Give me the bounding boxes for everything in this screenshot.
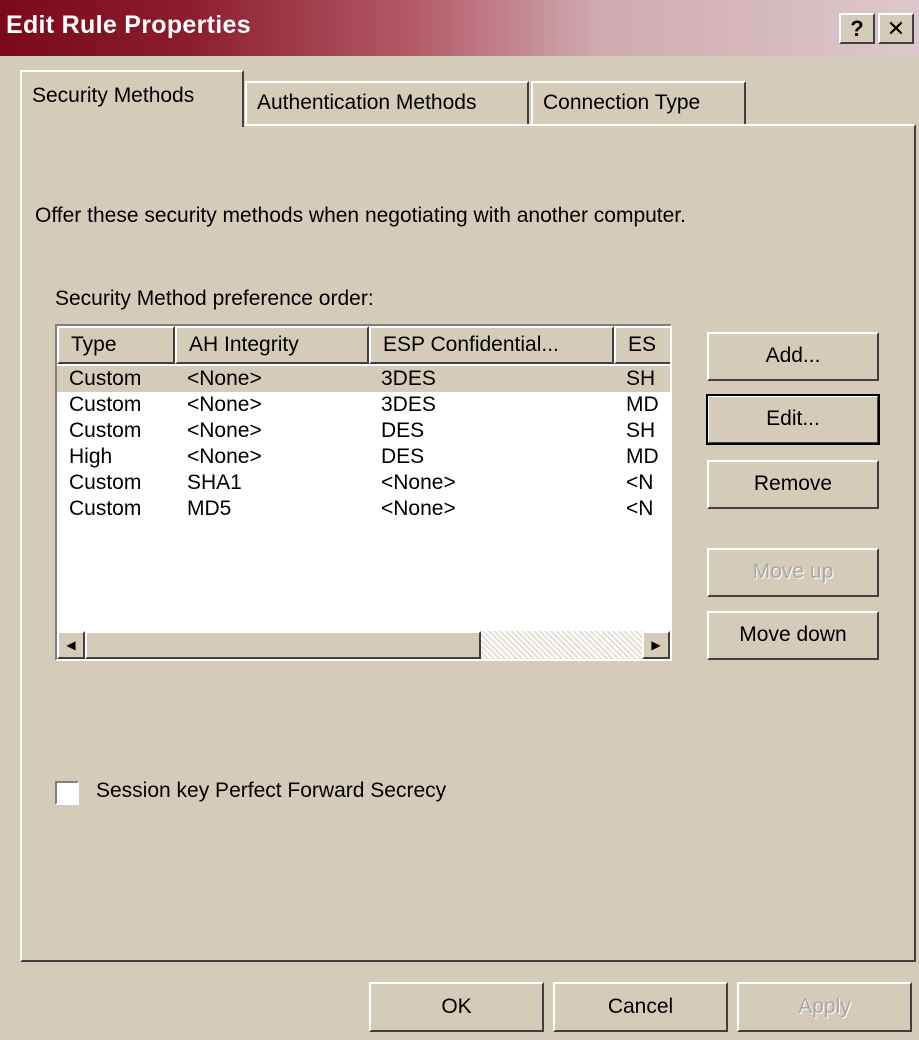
- security-methods-list[interactable]: Type AH Integrity ESP Confidential... ES…: [55, 324, 672, 661]
- cell-esp-integrity: <N: [626, 497, 654, 520]
- apply-button[interactable]: Apply: [737, 982, 912, 1032]
- cell-type: High: [69, 445, 113, 468]
- cancel-button[interactable]: Cancel: [553, 982, 728, 1032]
- column-header-esp-integrity[interactable]: ES: [614, 326, 670, 364]
- move-down-button[interactable]: Move down: [707, 611, 879, 660]
- list-rows: Custom <None> 3DES SH Custom <None> 3DES…: [57, 366, 670, 522]
- column-header-ah-integrity[interactable]: AH Integrity: [175, 326, 369, 364]
- cell-esp-confidentiality: 3DES: [381, 393, 436, 416]
- cell-ah-integrity: <None>: [187, 445, 262, 468]
- cell-ah-integrity: MD5: [187, 497, 232, 520]
- column-header-type[interactable]: Type: [57, 326, 175, 364]
- cell-type: Custom: [69, 497, 142, 520]
- cell-ah-integrity: <None>: [187, 419, 262, 442]
- cell-esp-integrity: SH: [626, 367, 656, 390]
- cell-esp-integrity: <N: [626, 471, 654, 494]
- cell-esp-confidentiality: DES: [381, 419, 425, 442]
- pfs-checkbox-label[interactable]: Session key Perfect Forward Secrecy: [96, 779, 446, 803]
- cell-esp-confidentiality: <None>: [381, 497, 456, 520]
- close-button[interactable]: ✕: [878, 13, 914, 44]
- scroll-right-button[interactable]: ▶: [642, 631, 670, 659]
- cell-type: Custom: [69, 419, 142, 442]
- table-row[interactable]: High <None> DES MD: [57, 444, 670, 470]
- cell-ah-integrity: <None>: [187, 393, 262, 416]
- intro-text: Offer these security methods when negoti…: [35, 204, 686, 227]
- pfs-checkbox[interactable]: [55, 781, 79, 805]
- edit-button[interactable]: Edit...: [706, 394, 880, 445]
- cell-type: Custom: [69, 367, 142, 390]
- remove-button[interactable]: Remove: [707, 460, 879, 509]
- window-title: Edit Rule Properties: [6, 11, 251, 39]
- cell-ah-integrity: <None>: [187, 367, 262, 390]
- scrollbar-thumb[interactable]: [85, 631, 481, 659]
- table-row[interactable]: Custom <None> DES SH: [57, 418, 670, 444]
- cell-esp-confidentiality: DES: [381, 445, 425, 468]
- table-row[interactable]: Custom <None> 3DES MD: [57, 392, 670, 418]
- title-bar[interactable]: Edit Rule Properties ? ✕: [0, 0, 919, 56]
- cell-type: Custom: [69, 393, 142, 416]
- arrow-left-icon: ◀: [66, 638, 76, 652]
- cell-esp-confidentiality: <None>: [381, 471, 456, 494]
- column-header-esp-confidentiality[interactable]: ESP Confidential...: [369, 326, 614, 364]
- list-label: Security Method preference order:: [55, 287, 374, 310]
- cell-type: Custom: [69, 471, 142, 494]
- tab-security-methods[interactable]: Security Methods: [20, 70, 244, 127]
- scroll-left-button[interactable]: ◀: [57, 631, 85, 659]
- tab-connection-type[interactable]: Connection Type: [531, 81, 746, 125]
- tab-authentication-methods[interactable]: Authentication Methods: [245, 81, 529, 125]
- list-header: Type AH Integrity ESP Confidential... ES: [57, 326, 670, 364]
- cell-ah-integrity: SHA1: [187, 471, 242, 494]
- help-button[interactable]: ?: [839, 13, 875, 44]
- close-icon: ✕: [886, 16, 906, 41]
- cell-esp-confidentiality: 3DES: [381, 367, 436, 390]
- table-row[interactable]: Custom MD5 <None> <N: [57, 496, 670, 522]
- horizontal-scrollbar[interactable]: ◀ ▶: [57, 631, 670, 659]
- move-up-button[interactable]: Move up: [707, 548, 879, 597]
- cell-esp-integrity: SH: [626, 419, 656, 442]
- ok-button[interactable]: OK: [369, 982, 544, 1032]
- table-row[interactable]: Custom SHA1 <None> <N: [57, 470, 670, 496]
- arrow-right-icon: ▶: [651, 638, 661, 652]
- cell-esp-integrity: MD: [626, 393, 659, 416]
- cell-esp-integrity: MD: [626, 445, 659, 468]
- add-button[interactable]: Add...: [707, 332, 879, 381]
- table-row[interactable]: Custom <None> 3DES SH: [57, 366, 670, 392]
